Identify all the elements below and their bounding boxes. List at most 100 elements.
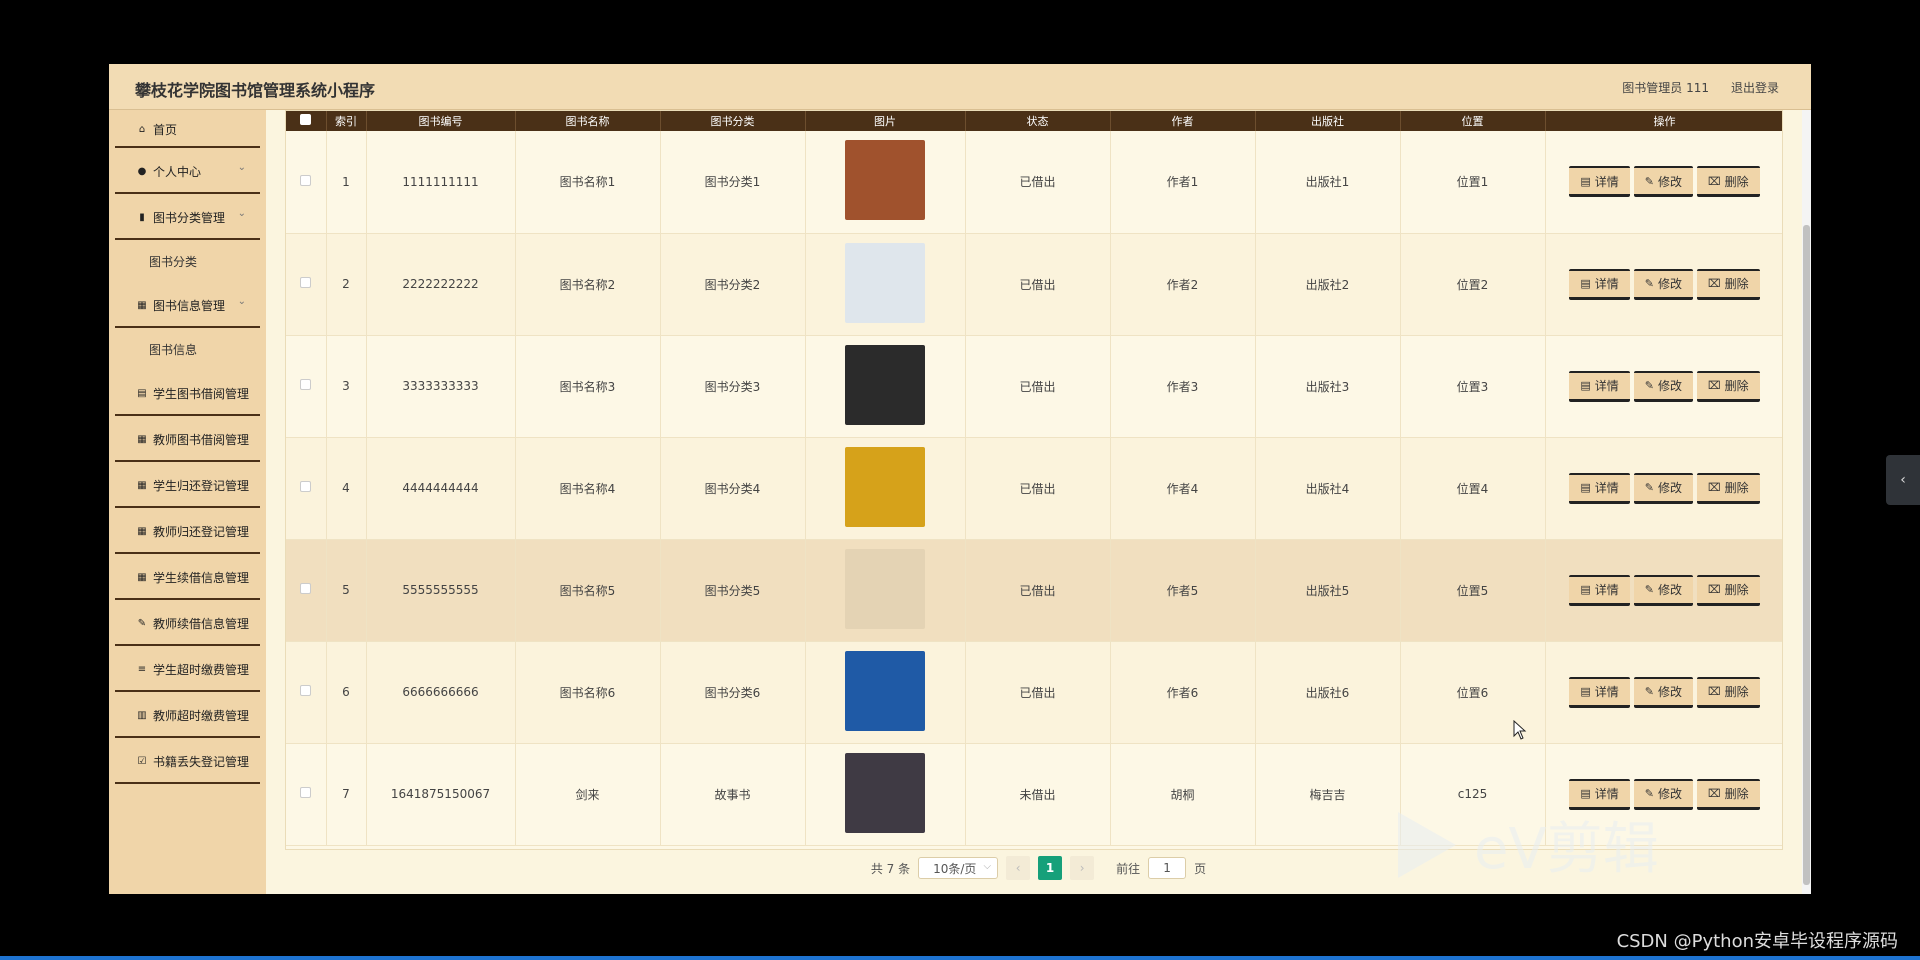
prev-page-button[interactable]: ‹ xyxy=(1006,856,1031,880)
cell-category: 图书分类6 xyxy=(660,641,806,744)
edit-button[interactable]: ✎ 修改 xyxy=(1633,676,1693,708)
cell-author: 作者1 xyxy=(1110,131,1256,234)
cell-status: 已借出 xyxy=(965,335,1111,438)
scrollbar-thumb[interactable] xyxy=(1803,225,1810,885)
chevron-down-icon: ⌄ xyxy=(237,296,246,307)
edit-button-label: 修改 xyxy=(1657,277,1682,291)
pencil-icon: ✎ xyxy=(1644,174,1654,188)
detail-button[interactable]: ▤ 详情 xyxy=(1569,370,1630,402)
book-table-container: 索引 图书编号 图书名称 图书分类 图片 状态 作者 出版社 位置 操作 1 1111111111 图… xyxy=(285,110,1783,850)
page-number-current[interactable]: 1 xyxy=(1038,856,1063,880)
sidebar-item-label: 学生图书借阅管理 xyxy=(153,386,250,401)
book-cover-image[interactable] xyxy=(845,650,925,731)
delete-button-label: 删除 xyxy=(1724,481,1749,495)
sidebar-menu-item[interactable]: ▤ 学生图书借阅管理 xyxy=(109,370,266,416)
row-checkbox[interactable] xyxy=(286,743,327,846)
sidebar-menu-item[interactable]: ⌂ 首页 xyxy=(109,110,266,148)
submenu-item[interactable]: 图书信息 xyxy=(109,328,266,370)
sidebar-menu-item[interactable]: ✎ 教师续借信息管理 xyxy=(109,600,266,646)
cell-cover xyxy=(805,743,966,846)
document-icon: ▤ xyxy=(1580,685,1591,698)
row-checkbox[interactable] xyxy=(286,131,327,234)
cell-index: 1 xyxy=(326,131,367,234)
drawer-toggle-button[interactable]: ‹ xyxy=(1886,455,1920,505)
cell-publisher: 梅吉吉 xyxy=(1255,743,1401,846)
sidebar-menu-item[interactable]: ▮ 图书分类管理 ⌄ xyxy=(109,194,266,240)
edit-button[interactable]: ✎ 修改 xyxy=(1633,166,1693,198)
sidebar-menu-item[interactable]: ▦ 教师图书借阅管理 xyxy=(109,416,266,462)
bottom-progress-line xyxy=(0,956,1920,960)
book-cover-image[interactable] xyxy=(845,344,925,425)
sidebar-item-label: 首页 xyxy=(153,122,178,137)
cell-code: 3333333333 xyxy=(366,335,516,438)
book-cover-image[interactable] xyxy=(845,446,925,527)
table-row[interactable]: 5 5555555555 图书名称5 图书分类5 已借出 作者5 出版社5 位置5 ▤ 详情 ✎ 修改… xyxy=(286,539,1782,642)
sidebar-item-label: 个人中心 xyxy=(153,164,202,179)
row-checkbox[interactable] xyxy=(286,437,327,540)
cell-author: 作者2 xyxy=(1110,233,1256,336)
book-cover-image[interactable] xyxy=(845,140,925,221)
table-row[interactable]: 2 2222222222 图书名称2 图书分类2 已借出 作者2 出版社2 位置2 ▤ 详情 ✎ 修改… xyxy=(286,233,1782,336)
sidebar-item-label: 教师归还登记管理 xyxy=(153,524,250,539)
cell-index: 2 xyxy=(326,233,367,336)
detail-button[interactable]: ▤ 详情 xyxy=(1569,574,1630,606)
column-header: 操作 xyxy=(1545,111,1782,131)
csdn-watermark: CSDN @Python安卓毕设程序源码 xyxy=(1616,931,1898,952)
goto-page-input[interactable]: 1 xyxy=(1148,857,1187,879)
table-row[interactable]: 4 4444444444 图书名称4 图书分类4 已借出 作者4 出版社4 位置4 ▤ 详情 ✎ 修改… xyxy=(286,437,1782,540)
row-checkbox[interactable] xyxy=(286,335,327,438)
delete-button[interactable]: ⌧ 删除 xyxy=(1696,370,1760,402)
sidebar-menu-item[interactable]: ▦ 学生归还登记管理 xyxy=(109,462,266,508)
next-page-button[interactable]: › xyxy=(1070,856,1095,880)
select-all-checkbox[interactable] xyxy=(286,111,327,131)
sidebar-item-label: 图书信息管理 xyxy=(153,298,226,313)
detail-button[interactable]: ▤ 详情 xyxy=(1569,166,1630,198)
sidebar-menu-item[interactable]: ☑ 书籍丢失登记管理 xyxy=(109,738,266,784)
book-cover-image[interactable] xyxy=(845,242,925,323)
cell-index: 4 xyxy=(326,437,367,540)
sidebar-menu-item[interactable]: ▦ 学生续借信息管理 xyxy=(109,554,266,600)
edit-button[interactable]: ✎ 修改 xyxy=(1633,574,1693,606)
cell-index: 6 xyxy=(326,641,367,744)
logout-button[interactable]: 退出登录 xyxy=(1731,79,1779,96)
detail-button[interactable]: ▤ 详情 xyxy=(1569,676,1630,708)
book-cover-image[interactable] xyxy=(845,548,925,629)
table-row[interactable]: 3 3333333333 图书名称3 图书分类3 已借出 作者3 出版社3 位置3 ▤ 详情 ✎ 修改… xyxy=(286,335,1782,438)
grid-icon: ▦ xyxy=(137,299,147,311)
delete-button[interactable]: ⌧ 删除 xyxy=(1696,676,1760,708)
detail-button[interactable]: ▤ 详情 xyxy=(1569,268,1630,300)
delete-button[interactable]: ⌧ 删除 xyxy=(1696,574,1760,606)
cell-cover xyxy=(805,233,966,336)
cell-location: 位置3 xyxy=(1400,335,1546,438)
edit-button[interactable]: ✎ 修改 xyxy=(1633,472,1693,504)
sidebar-menu-item[interactable]: ≡ 学生超时缴费管理 xyxy=(109,646,266,692)
cell-publisher: 出版社6 xyxy=(1255,641,1401,744)
document-icon: ▤ xyxy=(1580,379,1591,392)
pencil-icon: ✎ xyxy=(1644,583,1654,596)
table-row[interactable]: 6 6666666666 图书名称6 图书分类6 已借出 作者6 出版社6 位置6 ▤ 详情 ✎ 修改… xyxy=(286,641,1782,744)
main-content: 索引 图书编号 图书名称 图书分类 图片 状态 作者 出版社 位置 操作 1 1111111111 图… xyxy=(266,110,1811,894)
submenu-item[interactable]: 图书分类 xyxy=(109,240,266,282)
table-row[interactable]: 1 1111111111 图书名称1 图书分类1 已借出 作者1 出版社1 位置1 ▤ 详情 ✎ 修改… xyxy=(286,131,1782,234)
sidebar-menu-item[interactable]: ● 个人中心 ⌄ xyxy=(109,148,266,194)
delete-button-label: 删除 xyxy=(1724,174,1749,189)
delete-button[interactable]: ⌧ 删除 xyxy=(1696,472,1760,504)
cell-code: 5555555555 xyxy=(366,539,516,642)
delete-button[interactable]: ⌧ 删除 xyxy=(1696,268,1760,300)
column-header: 图书编号 xyxy=(366,111,516,131)
row-checkbox[interactable] xyxy=(286,641,327,744)
document-icon: ▤ xyxy=(1580,583,1591,596)
page-size-select[interactable]: 10条/页 ⌵ xyxy=(918,857,999,879)
delete-button[interactable]: ⌧ 删除 xyxy=(1696,778,1760,810)
sidebar-menu-item[interactable]: ▥ 教师超时缴费管理 xyxy=(109,692,266,738)
row-checkbox[interactable] xyxy=(286,539,327,642)
edit-button[interactable]: ✎ 修改 xyxy=(1633,268,1693,300)
delete-button[interactable]: ⌧ 删除 xyxy=(1696,166,1760,198)
edit-button[interactable]: ✎ 修改 xyxy=(1633,370,1693,402)
detail-button[interactable]: ▤ 详情 xyxy=(1569,472,1630,504)
book-cover-image[interactable] xyxy=(845,752,925,833)
row-checkbox[interactable] xyxy=(286,233,327,336)
sidebar-menu-item[interactable]: ▦ 教师归还登记管理 xyxy=(109,508,266,554)
vertical-scrollbar[interactable] xyxy=(1802,110,1811,894)
sidebar-menu-item[interactable]: ▦ 图书信息管理 ⌄ xyxy=(109,282,266,328)
